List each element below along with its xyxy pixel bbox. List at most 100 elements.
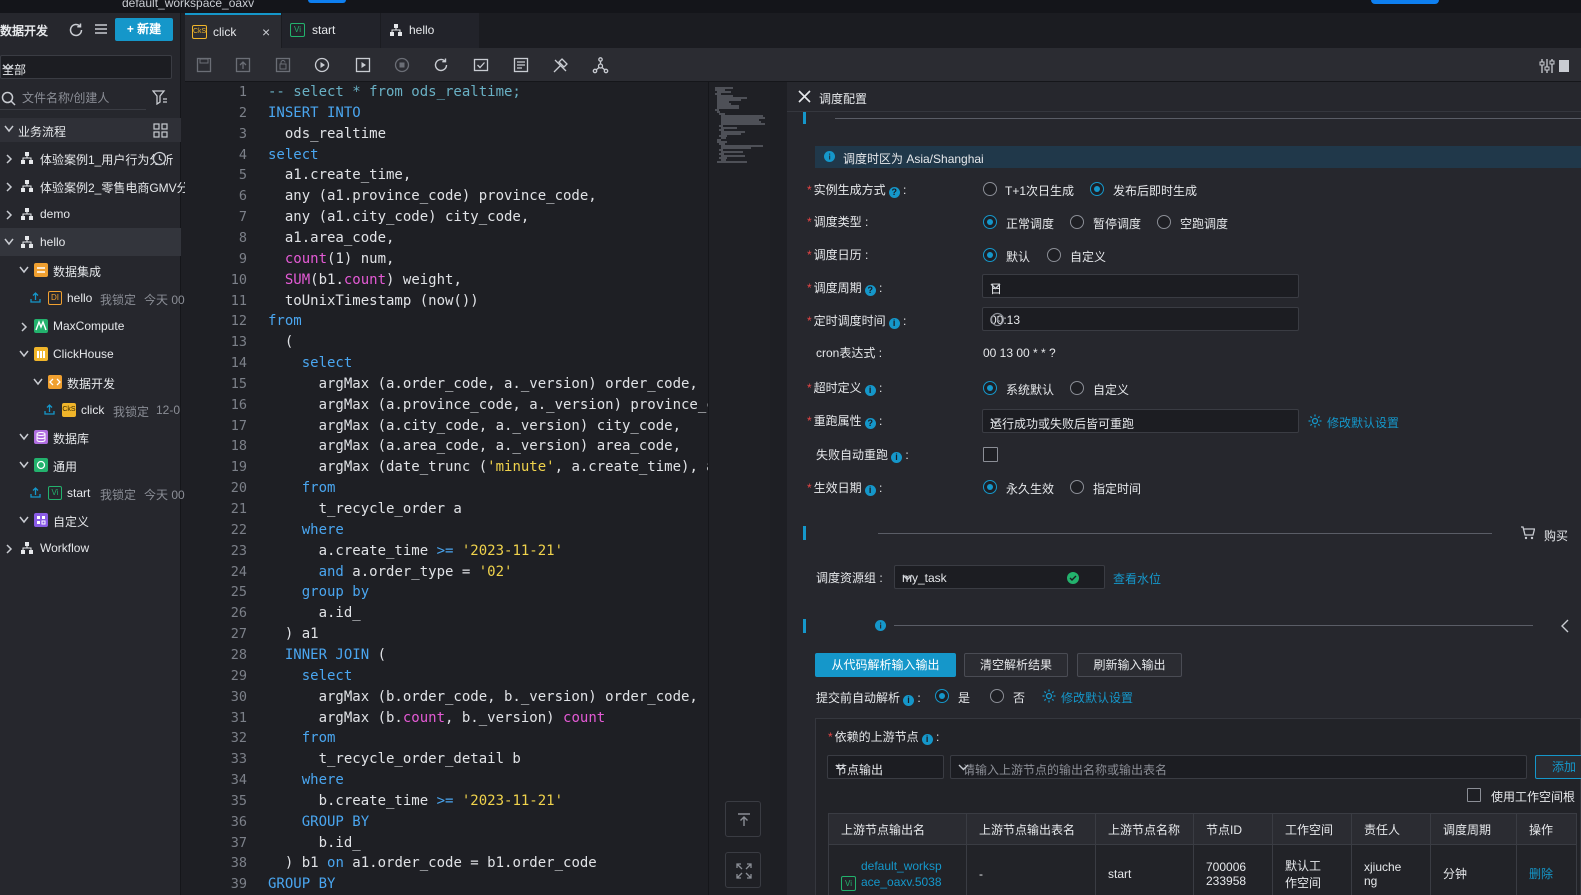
help-icon[interactable]: i (903, 695, 915, 706)
format-icon[interactable] (513, 57, 529, 73)
refresh-io-button[interactable]: 刷新输入输出 (1077, 653, 1182, 677)
code-line[interactable]: from (268, 480, 336, 496)
code-line[interactable]: a1.create_time, (268, 167, 411, 183)
grid-icon[interactable] (153, 123, 168, 138)
code-line[interactable]: toUnixTimestamp (now()) (268, 293, 479, 309)
schedule-type-radio-pause[interactable] (1070, 215, 1084, 229)
tools-icon[interactable] (552, 57, 569, 74)
gear-icon[interactable] (1041, 688, 1057, 704)
tree-item-hello[interactable]: hello (0, 228, 181, 256)
code-editor[interactable]: 1 2 3 4 5 6 7 8 9 10 11 12 13 14 15 16 17 18 19 20 21 22 23 24 2… (185, 82, 708, 895)
period-select[interactable]: 日 (982, 274, 1299, 298)
code-line[interactable]: GROUP BY (268, 814, 369, 830)
tree-item-custom[interactable]: 自定义 (0, 506, 181, 534)
menu-icon[interactable] (94, 22, 108, 36)
code-line[interactable]: from (268, 730, 336, 746)
help-icon[interactable]: i (891, 452, 903, 463)
clear-parse-button[interactable]: 清空解析结果 (964, 653, 1068, 677)
steal-lock-icon[interactable] (275, 57, 291, 73)
info-icon[interactable] (875, 620, 886, 631)
code-line[interactable]: ( (268, 334, 293, 350)
submit-icon[interactable] (235, 57, 251, 73)
code-line[interactable]: argMax (a.province_code, a._version) pro… (268, 397, 708, 413)
help-icon[interactable]: ? (888, 187, 900, 198)
help-icon[interactable]: i (864, 485, 876, 496)
code-line[interactable]: b.create_time >= '2023-11-21' (268, 793, 563, 809)
calendar-radio-custom[interactable] (1047, 248, 1061, 262)
type-filter-select[interactable]: 全部 (0, 55, 172, 79)
view-watermark-link[interactable]: 查看水位 (1113, 570, 1161, 587)
filter-icon[interactable] (152, 90, 168, 105)
buy-link[interactable]: 购买 (1544, 527, 1568, 544)
scroll-top-button[interactable] (725, 801, 761, 837)
code-line[interactable]: any (a1.province_code) province_code, (268, 188, 597, 204)
output-name-line[interactable]: default_worksp (861, 858, 954, 874)
timeout-radio-custom[interactable] (1070, 381, 1084, 395)
code-line[interactable]: and a.order_type = '02' (268, 564, 513, 580)
code-line[interactable]: SUM(b1.count) weight, (268, 272, 462, 288)
code-line[interactable]: ods_realtime (268, 126, 386, 142)
effective-radio-forever[interactable] (983, 480, 997, 494)
code-line[interactable]: b.id_ (268, 835, 361, 851)
instance-mode-radio-immediate[interactable] (1090, 182, 1104, 196)
auto-rerun-checkbox[interactable] (983, 447, 998, 462)
code-line[interactable]: where (268, 772, 344, 788)
code-line[interactable]: ) a1 (268, 626, 319, 642)
timeout-radio-system[interactable] (983, 381, 997, 395)
save-icon[interactable] (196, 57, 212, 73)
auto-parse-settings-link[interactable]: 修改默认设置 (1061, 689, 1133, 706)
tree-item-clickhouse[interactable]: ClickHouse (0, 340, 181, 368)
rerun-settings-link[interactable]: 修改默认设置 (1327, 414, 1399, 431)
settings-sliders-icon[interactable] (1539, 58, 1569, 74)
tree-item-workflow[interactable]: Workflow (0, 534, 181, 562)
workspace-name[interactable]: default_workspace_oaxv (122, 0, 254, 10)
close-icon[interactable] (798, 90, 811, 103)
schedule-type-radio-dryrun[interactable] (1157, 215, 1171, 229)
code-line[interactable]: select (268, 355, 353, 371)
code-line[interactable]: from (268, 313, 302, 329)
code-line[interactable]: ) b1 on a1.order_code = b1.order_code (268, 855, 597, 871)
tree-item-demo[interactable]: demo (0, 200, 181, 228)
new-button[interactable]: + 新建 (115, 18, 173, 41)
output-name-line[interactable]: ace_oaxv.5038 (861, 874, 954, 890)
code-line[interactable]: select (268, 147, 319, 163)
tab-hello[interactable]: hello (381, 13, 479, 48)
run-with-params-icon[interactable] (355, 57, 371, 73)
chevron-left-icon[interactable] (1560, 619, 1570, 633)
tree-item-start-file[interactable]: Vi start 我锁定 今天 00 (0, 479, 185, 507)
code-line[interactable]: where (268, 522, 344, 538)
tab-click[interactable]: CkS click × (185, 13, 281, 48)
auto-parse-radio-no[interactable] (990, 689, 1004, 703)
add-upstream-button[interactable]: 添加 (1535, 755, 1581, 779)
file-search-input[interactable] (22, 88, 142, 108)
tree-item-maxcompute[interactable]: MaxCompute (0, 312, 181, 340)
code-line[interactable]: -- select * from ods_realtime; (268, 84, 521, 100)
tree-item-general[interactable]: 通用 (0, 451, 181, 479)
effective-radio-specified[interactable] (1070, 480, 1084, 494)
code-line[interactable]: INSERT INTO (268, 105, 361, 121)
code-line[interactable]: any (a1.city_code) city_code, (268, 209, 529, 225)
help-icon[interactable]: i (921, 734, 933, 745)
rerun-select[interactable]: 运行成功或失败后皆可重跑 (982, 409, 1299, 433)
schedule-time-input[interactable]: 00:13 (982, 307, 1299, 331)
code-line[interactable]: argMax (a.city_code, a._version) city_co… (268, 418, 681, 434)
code-line[interactable]: INNER JOIN ( (268, 647, 386, 663)
help-icon[interactable]: i (888, 318, 900, 329)
help-icon[interactable]: ? (864, 285, 876, 296)
tree-item-data-dev[interactable]: 数据开发 (0, 368, 181, 396)
tree-item-database[interactable]: 数据库 (0, 423, 181, 451)
delete-link[interactable]: 删除 (1516, 844, 1577, 895)
instance-mode-radio-t1[interactable] (983, 182, 997, 196)
code-line[interactable]: argMax (b.order_code, b._version) order_… (268, 689, 698, 705)
editor-minimap[interactable] (708, 82, 770, 895)
run-icon[interactable] (314, 57, 330, 73)
code-line[interactable]: argMax (date_trunc ('minute', a.create_t… (268, 459, 708, 475)
parse-io-button[interactable]: 从代码解析输入输出 (815, 653, 956, 677)
code-line[interactable]: count(1) num, (268, 251, 395, 267)
code-line[interactable]: GROUP BY (268, 876, 335, 892)
schedule-type-radio-normal[interactable] (983, 215, 997, 229)
reload-icon[interactable] (433, 57, 449, 73)
business-flow-section[interactable]: 业务流程 (0, 118, 181, 142)
code-line[interactable]: argMax (b.count, b._version) count (268, 710, 606, 726)
history-icon[interactable] (152, 151, 167, 166)
